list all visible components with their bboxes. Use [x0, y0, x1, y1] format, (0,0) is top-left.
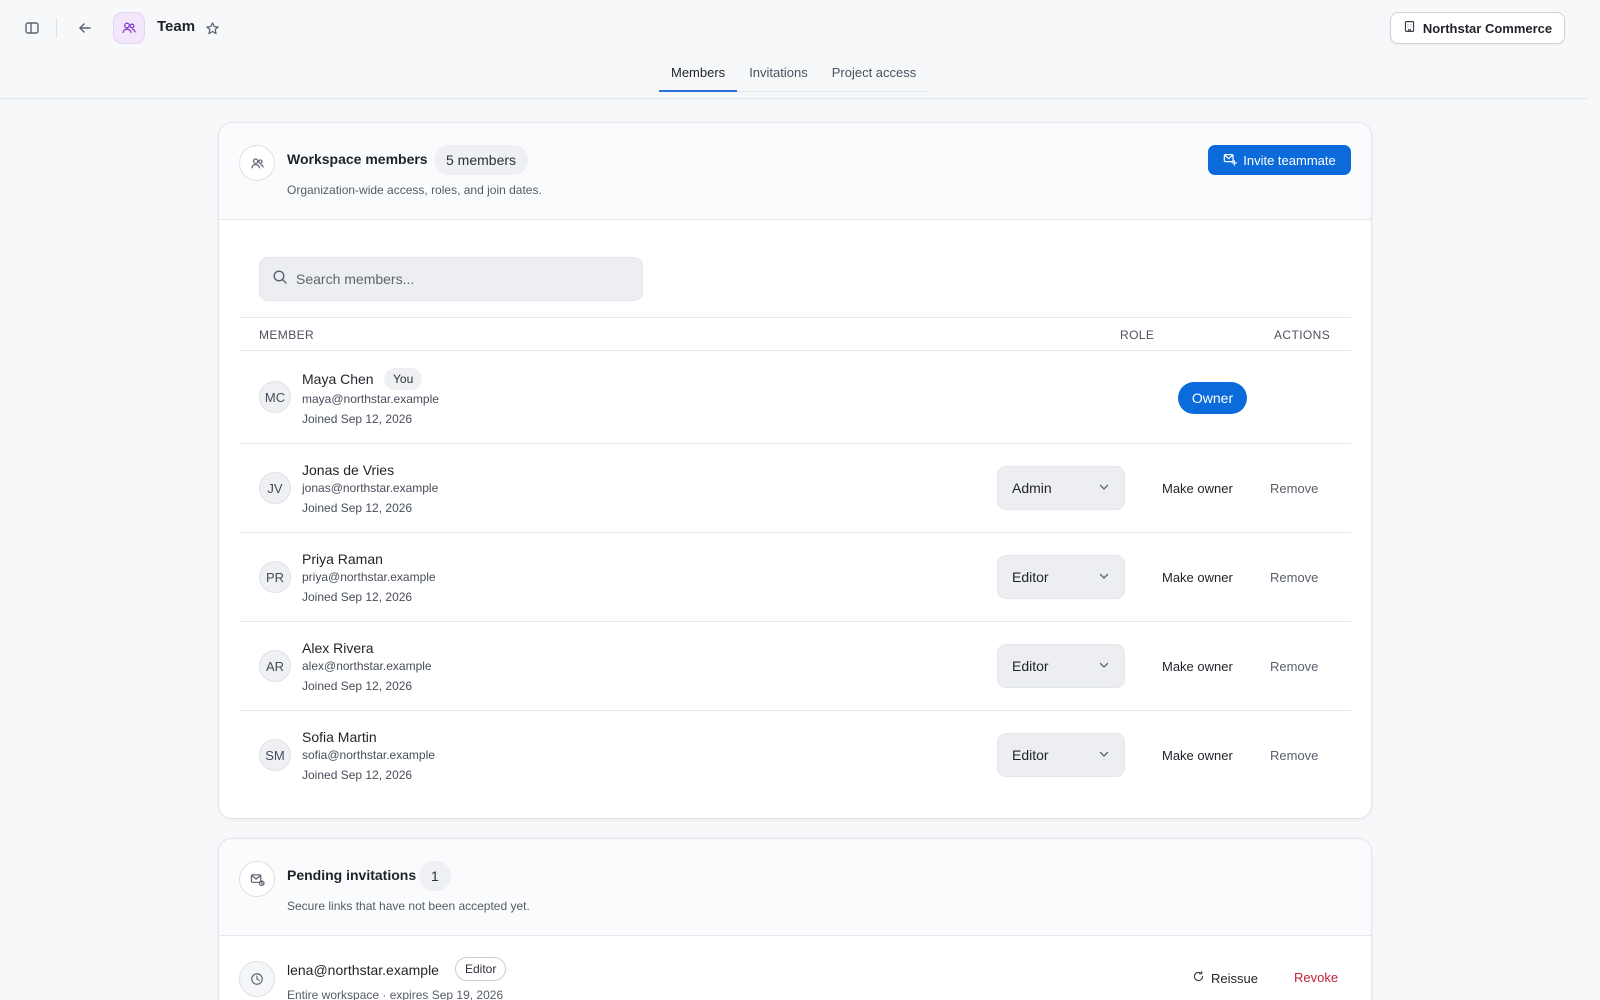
- toolbar-divider: [56, 18, 57, 38]
- invitation-detail: Entire workspace · expires Sep 19, 2026: [287, 988, 504, 1000]
- revoke-button[interactable]: Revoke: [1294, 970, 1338, 985]
- members-title: Workspace members: [287, 151, 428, 167]
- sidebar-toggle-icon[interactable]: [20, 16, 44, 40]
- tab-members[interactable]: Members: [659, 56, 738, 92]
- role-select-value: Editor: [1012, 569, 1049, 585]
- user-plus-icon: [1223, 152, 1238, 169]
- member-joined-date: Joined Sep 12, 2026: [302, 501, 413, 515]
- chevron-down-icon: [1098, 658, 1110, 674]
- column-member: MEMBER: [259, 328, 315, 342]
- chevron-down-icon: [1098, 480, 1110, 496]
- building-icon: [1403, 20, 1416, 36]
- avatar: MC: [259, 381, 291, 413]
- clock-icon: [239, 961, 275, 997]
- tab-group: Members Invitations Project access: [659, 56, 929, 92]
- role-select[interactable]: Admin: [997, 466, 1125, 510]
- page-title: Team: [157, 18, 196, 35]
- workspace-members-card: Workspace members 5 members Organization…: [218, 122, 1372, 819]
- back-arrow-icon[interactable]: [73, 16, 97, 40]
- member-name: Maya Chen: [302, 371, 374, 387]
- avatar: PR: [259, 561, 291, 593]
- star-icon[interactable]: [200, 16, 224, 40]
- organization-switcher-button[interactable]: Northstar Commerce: [1390, 12, 1565, 44]
- invite-teammate-label: Invite teammate: [1243, 152, 1336, 168]
- team-icon: [113, 12, 145, 44]
- member-name: Jonas de Vries: [302, 462, 395, 478]
- member-joined-date: Joined Sep 12, 2026: [302, 679, 413, 693]
- mail-icon: [239, 861, 275, 897]
- member-row-maya-chen: MC Maya Chen You maya@northstar.example …: [239, 351, 1351, 444]
- reissue-button[interactable]: Reissue: [1192, 970, 1258, 986]
- column-role: ROLE: [1120, 328, 1155, 342]
- tab-invitations[interactable]: Invitations: [737, 56, 820, 92]
- member-name: Alex Rivera: [302, 640, 374, 656]
- pending-invitations-card: Pending invitations 1 Secure links that …: [218, 838, 1372, 1000]
- pending-subtitle: Secure links that have not been accepted…: [287, 899, 530, 913]
- role-select[interactable]: Editor: [997, 733, 1125, 777]
- member-email: maya@northstar.example: [302, 392, 439, 406]
- make-owner-button[interactable]: Make owner: [1162, 570, 1233, 585]
- chevron-down-icon: [1098, 569, 1110, 585]
- top-bar: Team Northstar Commerce: [0, 0, 1588, 56]
- members-subtitle: Organization-wide access, roles, and joi…: [287, 183, 542, 197]
- column-actions: ACTIONS: [1274, 328, 1331, 342]
- organization-name: Northstar Commerce: [1422, 20, 1553, 36]
- make-owner-button[interactable]: Make owner: [1162, 748, 1233, 763]
- member-row-priya-raman: PR Priya Raman priya@northstar.example J…: [239, 533, 1351, 622]
- tab-project-access[interactable]: Project access: [820, 56, 929, 92]
- search-input[interactable]: [296, 271, 616, 287]
- member-joined-date: Joined Sep 12, 2026: [302, 768, 413, 782]
- owner-role-pill: Owner: [1178, 382, 1247, 414]
- member-email: sofia@northstar.example: [302, 748, 435, 762]
- member-name: Sofia Martin: [302, 729, 377, 745]
- member-row-jonas-de-vries: JV Jonas de Vries jonas@northstar.exampl…: [239, 444, 1351, 533]
- avatar: AR: [259, 650, 291, 682]
- invitation-role-badge: Editor: [455, 957, 507, 981]
- chevron-down-icon: [1098, 747, 1110, 763]
- make-owner-button[interactable]: Make owner: [1162, 481, 1233, 496]
- members-card-header: Workspace members 5 members Organization…: [219, 123, 1371, 220]
- pending-count-badge: 1: [419, 861, 451, 891]
- invitation-row: lena@northstar.example Editor Entire wor…: [219, 936, 1373, 1000]
- member-search-box: [259, 257, 643, 301]
- pending-card-header: Pending invitations 1 Secure links that …: [219, 839, 1371, 936]
- invitation-email: lena@northstar.example: [287, 962, 439, 978]
- tab-bar: Members Invitations Project access: [0, 56, 1588, 99]
- role-select-value: Admin: [1012, 480, 1052, 496]
- member-row-alex-rivera: AR Alex Rivera alex@northstar.example Jo…: [239, 622, 1351, 711]
- invite-teammate-button[interactable]: Invite teammate: [1208, 145, 1351, 175]
- member-count-badge: 5 members: [434, 145, 529, 175]
- refresh-icon: [1192, 970, 1205, 986]
- role-select[interactable]: Editor: [997, 555, 1125, 599]
- remove-member-button[interactable]: Remove: [1270, 481, 1318, 496]
- you-badge: You: [384, 368, 423, 390]
- remove-member-button[interactable]: Remove: [1270, 748, 1318, 763]
- avatar: SM: [259, 739, 291, 771]
- avatar: JV: [259, 472, 291, 504]
- role-select-value: Editor: [1012, 658, 1049, 674]
- member-email: alex@northstar.example: [302, 659, 432, 673]
- members-table-header: MEMBER ROLE ACTIONS: [239, 317, 1351, 351]
- remove-member-button[interactable]: Remove: [1270, 659, 1318, 674]
- remove-member-button[interactable]: Remove: [1270, 570, 1318, 585]
- search-icon: [272, 269, 288, 290]
- users-icon: [239, 145, 275, 181]
- role-select-value: Editor: [1012, 747, 1049, 763]
- make-owner-button[interactable]: Make owner: [1162, 659, 1233, 674]
- member-joined-date: Joined Sep 12, 2026: [302, 590, 413, 604]
- role-select[interactable]: Editor: [997, 644, 1125, 688]
- pending-title: Pending invitations: [287, 867, 417, 883]
- member-row-sofia-martin: SM Sofia Martin sofia@northstar.example …: [239, 711, 1351, 800]
- member-email: jonas@northstar.example: [302, 481, 439, 495]
- member-joined-date: Joined Sep 12, 2026: [302, 412, 413, 426]
- member-email: priya@northstar.example: [302, 570, 436, 584]
- reissue-label: Reissue: [1211, 970, 1258, 986]
- member-name: Priya Raman: [302, 551, 383, 567]
